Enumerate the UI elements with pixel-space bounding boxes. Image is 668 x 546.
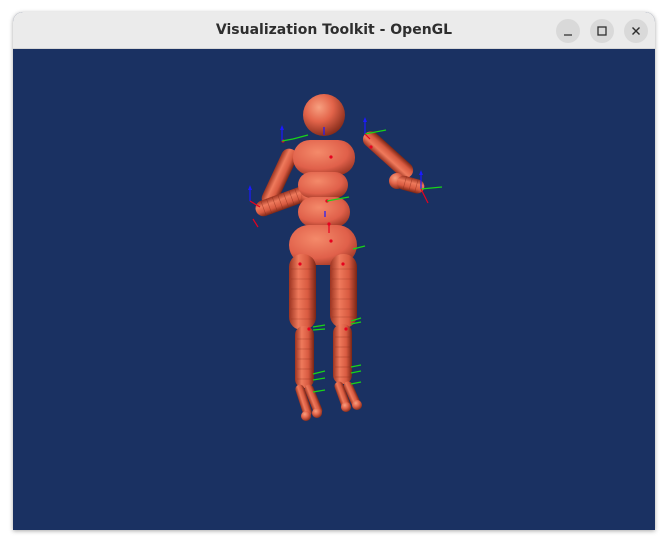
right-upper-arm xyxy=(362,131,414,179)
minimize-icon xyxy=(564,34,572,36)
left-foot xyxy=(295,384,323,421)
left-shin xyxy=(295,326,314,388)
title-bar[interactable]: Visualization Toolkit - OpenGL xyxy=(13,12,655,49)
lower-torso xyxy=(298,197,350,227)
right-shin xyxy=(333,324,352,384)
skeleton-render xyxy=(248,94,443,421)
vtk-window: Visualization Toolkit - OpenGL xyxy=(13,12,655,530)
close-icon xyxy=(632,27,640,35)
left-thigh xyxy=(289,254,316,330)
maximize-icon xyxy=(597,26,607,36)
maximize-button[interactable] xyxy=(590,19,614,43)
upper-torso xyxy=(293,140,355,175)
mid-torso xyxy=(298,172,348,198)
minimize-button[interactable] xyxy=(556,19,580,43)
render-viewport[interactable] xyxy=(13,49,655,530)
right-foot xyxy=(334,381,362,412)
close-button[interactable] xyxy=(624,19,648,43)
